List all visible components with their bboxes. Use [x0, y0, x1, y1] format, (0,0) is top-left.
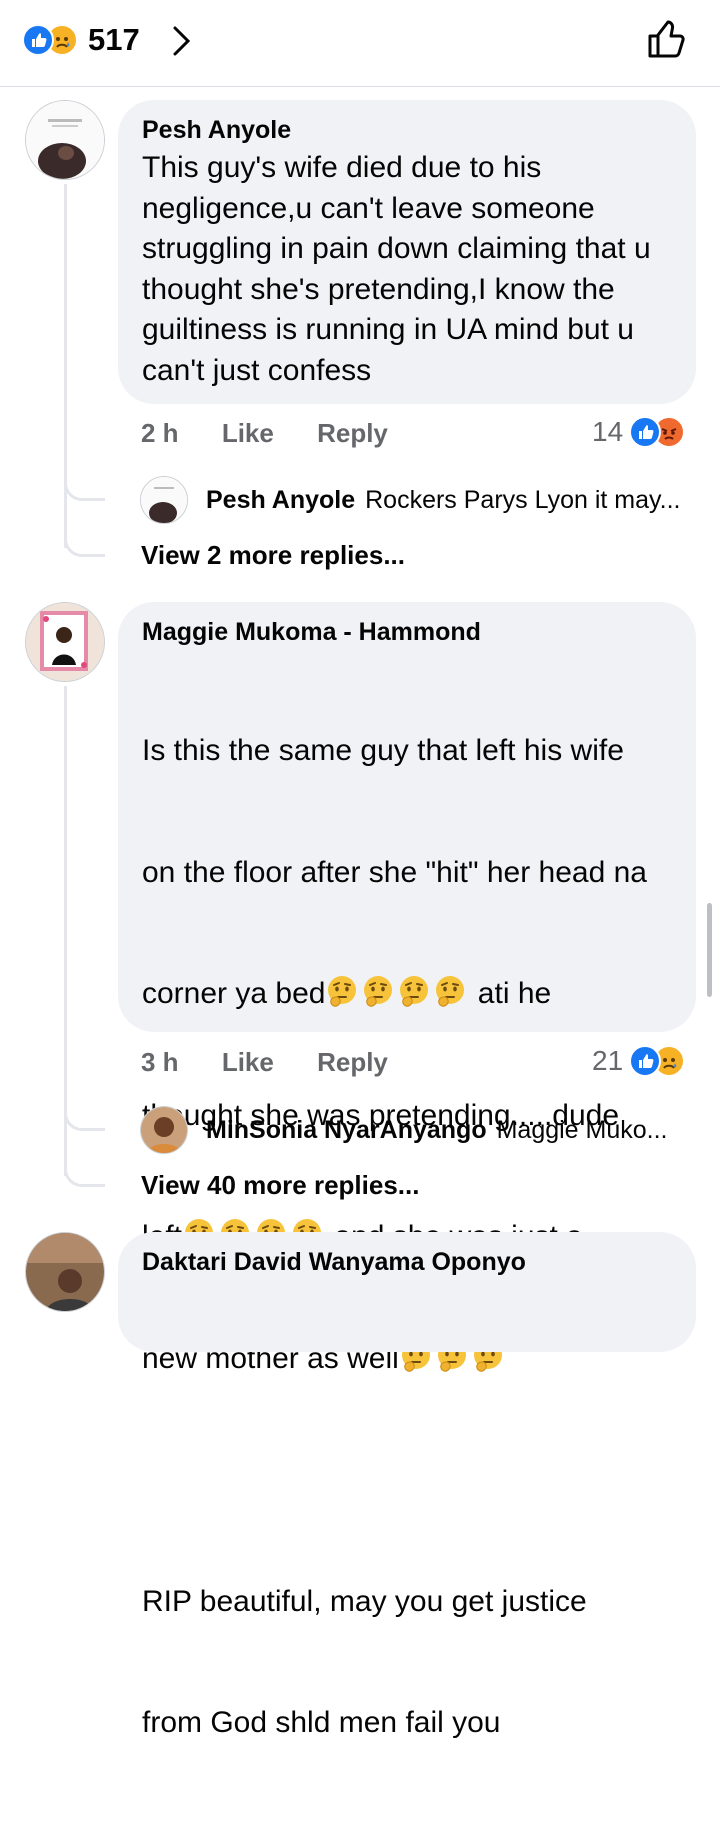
like-icon: [629, 416, 662, 448]
reply-text: Rockers Parys Lyon it may...: [365, 485, 681, 514]
reactions-header: 517: [0, 0, 720, 87]
comment-time: 2 h: [141, 418, 179, 448]
comment-author[interactable]: Pesh Anyole: [142, 114, 672, 146]
comment-actions: 3 h Like Reply: [141, 1047, 424, 1078]
like-link[interactable]: Like: [222, 1047, 274, 1077]
reply-connector: [64, 1150, 105, 1187]
avatar[interactable]: [140, 1106, 188, 1154]
reaction-count: 517: [88, 22, 140, 57]
avatar[interactable]: [25, 1232, 105, 1312]
comment-line: on the floor after she "hit" her head na: [142, 855, 647, 889]
reactions-summary[interactable]: 517: [22, 22, 140, 57]
comment-line: corner ya bed ati he: [142, 974, 672, 1015]
avatar-image: [26, 1233, 104, 1311]
comment-line: Is this the same guy that left his wife: [142, 734, 624, 767]
reply-link[interactable]: Reply: [317, 418, 388, 448]
reply-author[interactable]: Pesh Anyole: [206, 486, 355, 515]
avatar-image: [26, 101, 104, 179]
comment-author[interactable]: Maggie Mukoma - Hammond: [142, 616, 672, 648]
avatar[interactable]: [25, 100, 105, 180]
thinking-face-icon: [361, 974, 395, 1008]
thinking-face-icon: [397, 974, 431, 1008]
comment-actions: 2 h Like Reply: [141, 418, 424, 449]
reply-link[interactable]: Reply: [317, 1047, 388, 1077]
like-icon: [22, 24, 54, 56]
thinking-face-icon: [325, 974, 359, 1008]
comment-reactions[interactable]: 14: [592, 416, 686, 448]
comment-reactions[interactable]: 21: [592, 1045, 686, 1077]
reply-connector: [64, 1094, 105, 1131]
comment-text: This guy's wife died due to his negligen…: [142, 151, 659, 387]
comment-line: from God shld men fail you: [142, 1706, 501, 1739]
comment-bubble[interactable]: Pesh Anyole This guy's wife died due to …: [118, 100, 696, 404]
avatar-image: [141, 477, 187, 523]
like-button-icon[interactable]: [644, 16, 688, 62]
avatar[interactable]: [25, 602, 105, 682]
reply-text: Maggie Muko...: [496, 1115, 668, 1144]
avatar-image: [141, 1107, 187, 1153]
avatar[interactable]: [140, 476, 188, 524]
chevron-right-icon[interactable]: [170, 24, 194, 58]
reaction-count: 21: [592, 1045, 624, 1076]
reply-preview[interactable]: MinSonia NyarAnyango Maggie Muko...: [140, 1106, 668, 1154]
reply-connector: [64, 520, 105, 557]
comment-bubble[interactable]: Maggie Mukoma - Hammond Is this the same…: [118, 602, 696, 1739]
comment-line: RIP beautiful, may you get justice: [142, 1584, 587, 1618]
like-icon: [629, 1045, 662, 1077]
view-more-replies[interactable]: View 40 more replies...: [141, 1170, 419, 1201]
like-link[interactable]: Like: [222, 418, 274, 448]
reply-preview[interactable]: Pesh Anyole Rockers Parys Lyon it may...: [140, 476, 681, 524]
reaction-count: 14: [592, 416, 624, 447]
comment-bubble[interactable]: Daktari David Wanyama Oponyo: [118, 1232, 696, 1352]
scrollbar[interactable]: [707, 903, 712, 997]
avatar-image: [26, 603, 104, 681]
view-more-replies[interactable]: View 2 more replies...: [141, 540, 405, 571]
thinking-face-icon: [433, 974, 467, 1008]
reply-author[interactable]: MinSonia NyarAnyango: [206, 1116, 487, 1145]
reply-connector: [64, 464, 105, 501]
comment-time: 3 h: [141, 1047, 179, 1077]
comment-author[interactable]: Daktari David Wanyama Oponyo: [142, 1246, 672, 1278]
